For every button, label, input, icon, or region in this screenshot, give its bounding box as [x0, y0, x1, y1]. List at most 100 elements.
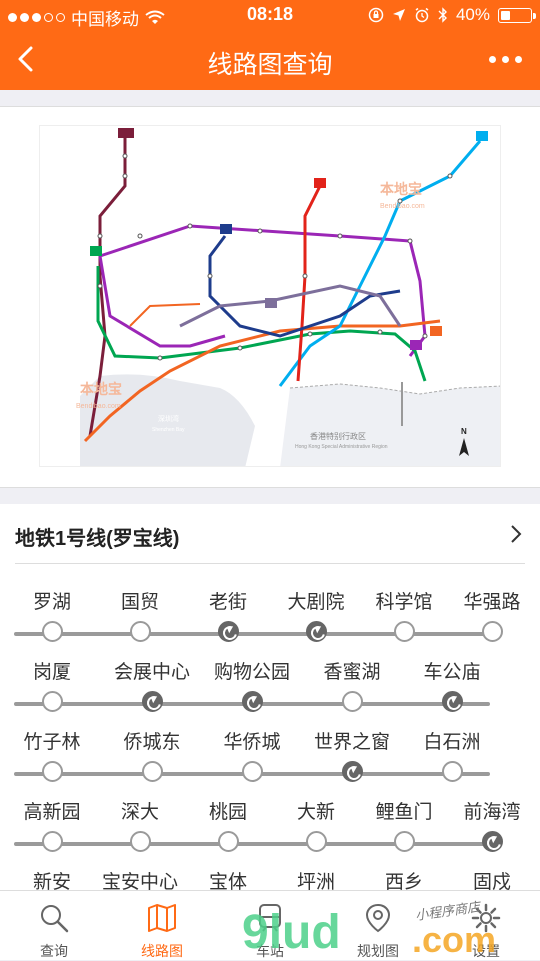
station-item[interactable]: 新安: [7, 868, 97, 890]
station-item[interactable]: 老街: [183, 588, 273, 642]
station-node: [342, 691, 363, 712]
station-node: [242, 761, 263, 782]
station-item[interactable]: 国贸: [95, 588, 185, 642]
line-badge-7: [220, 224, 232, 234]
transfer-icon: [218, 621, 239, 642]
station-node: [394, 621, 415, 642]
station-name: 科学馆: [375, 592, 433, 613]
map-icon: [148, 904, 176, 932]
station-item[interactable]: 华强路: [447, 588, 537, 642]
location-arrow-icon: [392, 9, 405, 21]
map-watermark-en-2: Bendibao.com: [76, 403, 121, 410]
station-name: 车公庙: [423, 662, 481, 683]
map-line-9: [179, 284, 402, 328]
station-item[interactable]: 车公庙: [407, 658, 497, 712]
line-title: 地铁1号线(罗宝线): [15, 528, 180, 550]
station-item[interactable]: 高新园: [7, 798, 97, 852]
station-item[interactable]: 鲤鱼门: [359, 798, 449, 852]
metro-map-svg: 本地宝 Bendibao.com 本地宝 Bendibao.com 深圳湾 Sh…: [76, 128, 500, 466]
station-item[interactable]: 深大: [95, 798, 185, 852]
status-right: 40%: [368, 5, 536, 25]
more-icon[interactable]: [489, 56, 522, 63]
bluetooth-icon: [438, 7, 447, 23]
line-header[interactable]: 地铁1号线(罗宝线): [15, 504, 525, 564]
tab-map[interactable]: 线路图: [108, 891, 216, 960]
tab-station[interactable]: 车站: [216, 891, 324, 960]
line-badge-9: [265, 298, 277, 308]
station-name: 竹子林: [23, 732, 81, 753]
station-item[interactable]: 桃园: [183, 798, 273, 852]
station-name: 深大: [120, 802, 159, 823]
chevron-right-icon[interactable]: [509, 524, 523, 544]
station-item[interactable]: 坪洲: [271, 868, 361, 890]
station-item[interactable]: 科学馆: [359, 588, 449, 642]
transfer-icon: [306, 621, 327, 642]
station-name: 固戍: [472, 872, 511, 890]
battery-icon: [498, 7, 536, 23]
station-item[interactable]: 前海湾: [447, 798, 537, 852]
station-item[interactable]: 购物公园: [207, 658, 297, 712]
station-name: 购物公园: [213, 662, 290, 683]
tab-search[interactable]: 查询: [0, 891, 108, 960]
line-badge-5: [410, 340, 422, 350]
station-name: 侨城东: [123, 732, 181, 753]
compass-label: N: [461, 427, 467, 436]
station-row: 罗湖 国贸 老街 大剧院 科学馆 华强路: [14, 588, 521, 650]
line-detail-card: 地铁1号线(罗宝线) 罗湖 国贸 老街 大剧院 科学馆 华强路岗厦 会展中心 购物公园 香蜜湖 车…: [0, 504, 540, 890]
station-item[interactable]: 西乡: [359, 868, 449, 890]
station-item[interactable]: 侨城东: [107, 728, 197, 782]
battery-percent: 40%: [455, 5, 490, 24]
map-watermark-en: Bendibao.com: [380, 203, 425, 210]
search-icon: [41, 905, 69, 933]
station-name: 西乡: [384, 872, 423, 890]
station-item[interactable]: 会展中心: [107, 658, 197, 712]
battery-fill: [501, 10, 510, 20]
station-node: [142, 761, 163, 782]
nav-bar: 线路图查询: [0, 30, 540, 90]
station-name: 老街: [208, 592, 247, 613]
line-badge-2: [430, 326, 442, 336]
tab-settings[interactable]: 设置: [432, 891, 540, 960]
station-row: 岗厦 会展中心 购物公园 香蜜湖 车公庙: [14, 658, 490, 720]
station-row: 竹子林 侨城东 华侨城 世界之窗 白石洲: [14, 728, 490, 790]
rotation-lock-icon: [368, 7, 384, 23]
tab-station-label: 车站: [256, 943, 284, 959]
station-node: [482, 621, 503, 642]
station-item[interactable]: 世界之窗: [307, 728, 397, 782]
station-row: 新安 宝安中心 宝体 坪洲 西乡 固戍: [14, 868, 511, 890]
station-item[interactable]: 固戍: [447, 868, 537, 890]
station-node: [130, 831, 151, 852]
station-name: 桃园: [208, 802, 247, 823]
station-item[interactable]: 竹子林: [7, 728, 97, 782]
station-name: 前海湾: [463, 802, 521, 823]
station-item[interactable]: 大新: [271, 798, 361, 852]
tab-settings-label: 设置: [472, 943, 500, 959]
station-item[interactable]: 宝体: [183, 868, 273, 890]
station-item[interactable]: 罗湖: [7, 588, 97, 642]
gear-icon: [471, 903, 501, 933]
station-item[interactable]: 香蜜湖: [307, 658, 397, 712]
station-node: [42, 761, 63, 782]
station-name: 高新园: [23, 802, 81, 823]
station-node: [306, 831, 327, 852]
tab-bar: 查询 线路图 车站 规划图 设置: [0, 890, 540, 960]
station-item[interactable]: 大剧院: [271, 588, 361, 642]
tab-map-label: 线路图: [141, 943, 183, 959]
page-title: 线路图查询: [207, 51, 333, 79]
station-item[interactable]: 宝安中心: [95, 868, 185, 890]
station-item[interactable]: 岗厦: [7, 658, 97, 712]
status-bar: 中国移动 08:18 40%: [0, 0, 540, 30]
transfer-icon: [342, 761, 363, 782]
line-badge-1: [90, 246, 102, 256]
tab-plan[interactable]: 规划图: [324, 891, 432, 960]
transfer-icon: [142, 691, 163, 712]
line-badge-3: [476, 131, 488, 141]
line-track: [14, 842, 490, 846]
alarm-icon: [415, 7, 429, 23]
bay-label: 深圳湾: [158, 414, 179, 423]
station-item[interactable]: 华侨城: [207, 728, 297, 782]
metro-map[interactable]: 本地宝 Bendibao.com 本地宝 Bendibao.com 深圳湾 Sh…: [39, 125, 501, 467]
line-badge-4: [314, 178, 326, 188]
station-item[interactable]: 白石洲: [407, 728, 497, 782]
station-name: 宝体: [208, 872, 247, 890]
